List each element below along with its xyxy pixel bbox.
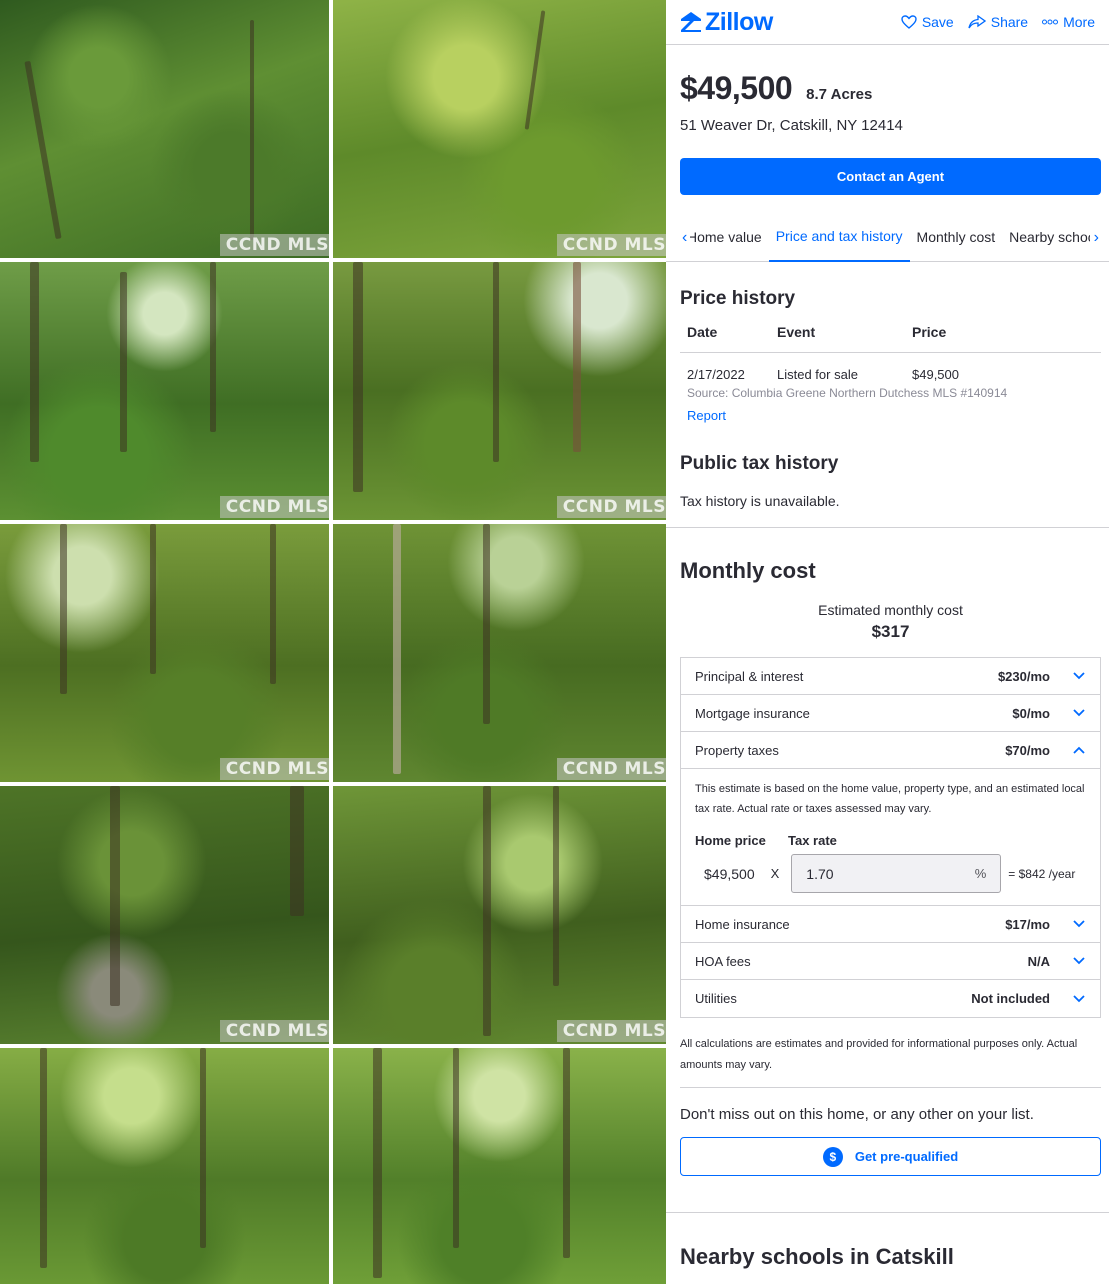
tax-rate-input[interactable]: 1.70 %: [791, 854, 1002, 893]
prequal-label: Get pre-qualified: [854, 1149, 959, 1164]
listing-panel: Zillow Save Share More $49,500 8.7 Acres…: [666, 0, 1109, 1284]
top-bar: Zillow Save Share More: [666, 0, 1109, 45]
chevron-down-icon: [1073, 957, 1085, 965]
row-price: $49,500: [912, 367, 959, 382]
price-history-title: Price history: [680, 288, 796, 309]
mls-watermark: CCND MLS: [219, 496, 329, 518]
mls-watermark: CCND MLS: [556, 234, 666, 256]
tab-nearby-schools[interactable]: Nearby schools: [1002, 213, 1090, 262]
property-photo[interactable]: CCND MLS: [333, 786, 666, 1044]
estimated-cost-label: Estimated monthly cost: [818, 602, 963, 618]
mls-watermark: CCND MLS: [219, 758, 329, 780]
report-link[interactable]: Report: [680, 400, 1101, 423]
property-photo[interactable]: CCND MLS: [0, 786, 329, 1044]
chevron-left-icon[interactable]: ‹: [682, 229, 687, 247]
cost-row-mortgage-insurance[interactable]: Mortgage insurance $0/mo: [681, 695, 1100, 732]
row-date: 2/17/2022: [687, 367, 745, 382]
column-date: Date: [687, 324, 718, 340]
get-prequalified-button[interactable]: $ Get pre-qualified: [680, 1137, 1101, 1176]
mls-watermark: CCND MLS: [556, 1020, 666, 1042]
tax-rate-value: 1.70: [806, 865, 834, 882]
percent-sign: %: [974, 866, 987, 881]
section-divider: [666, 1212, 1109, 1213]
property-photo[interactable]: [0, 1048, 329, 1284]
lot-size: 8.7 Acres: [806, 86, 873, 103]
nearby-schools-title: Nearby schools in Catskill: [680, 1244, 954, 1269]
column-price: Price: [912, 324, 947, 340]
cost-breakdown: Principal & interest $230/mo Mortgage in…: [680, 657, 1101, 1018]
listing-price: $49,500: [680, 70, 793, 106]
logo-text: Zillow: [705, 7, 773, 36]
property-tax-details: This estimate is based on the home value…: [681, 769, 1100, 906]
save-button[interactable]: Save: [901, 14, 954, 30]
mls-watermark: CCND MLS: [556, 496, 666, 518]
save-label: Save: [921, 14, 954, 30]
zillow-logo[interactable]: Zillow: [680, 8, 773, 37]
price-history-table: Date Event Price 2/17/2022 Listed for sa…: [680, 324, 1101, 423]
estimate-disclaimer: All calculations are estimates and provi…: [680, 1038, 1078, 1071]
heart-icon: [901, 15, 917, 29]
cost-row-property-taxes[interactable]: Property taxes $70/mo: [681, 732, 1100, 769]
price-source: Source: Columbia Greene Northern Dutches…: [687, 386, 1008, 400]
share-label: Share: [990, 14, 1029, 30]
photo-gallery: CCND MLS CCND MLS CCND MLS CCND MLS CCND…: [0, 0, 666, 1284]
cost-row-utilities[interactable]: Utilities Not included: [681, 980, 1100, 1017]
property-photo[interactable]: CCND MLS: [0, 0, 329, 258]
tax-calc-labels: Home price Tax rate: [695, 833, 1086, 848]
tax-calculator: $49,500 X 1.70 % = $842 /year: [695, 854, 1086, 893]
section-divider: [666, 527, 1109, 528]
cost-row-hoa-fees[interactable]: HOA fees N/A: [681, 943, 1100, 980]
zillow-logo-icon: [681, 12, 701, 32]
mls-watermark: CCND MLS: [219, 1020, 329, 1042]
contact-agent-button[interactable]: Contact an Agent: [680, 158, 1101, 195]
table-row: 2/17/2022 Listed for sale $49,500: [680, 353, 1101, 382]
table-header: Date Event Price: [680, 324, 1101, 353]
estimated-cost-value: $317: [871, 622, 910, 641]
more-button[interactable]: More: [1042, 14, 1095, 30]
property-photo[interactable]: [333, 1048, 666, 1284]
property-photo[interactable]: CCND MLS: [0, 524, 329, 782]
property-photo[interactable]: CCND MLS: [0, 262, 329, 520]
column-event: Event: [777, 324, 816, 340]
cost-row-principal[interactable]: Principal & interest $230/mo: [681, 658, 1100, 695]
listing-address: 51 Weaver Dr, Catskill, NY 12414: [680, 117, 903, 134]
chevron-down-icon: [1073, 709, 1085, 717]
tax-history-title: Public tax history: [680, 453, 839, 474]
chevron-right-icon[interactable]: ›: [1094, 229, 1099, 247]
section-tabs: ‹ Home value Price and tax history Month…: [666, 213, 1109, 262]
dollar-icon: $: [822, 1146, 843, 1167]
prequal-message: Don't miss out on this home, or any othe…: [680, 1106, 1034, 1123]
chevron-down-icon: [1073, 994, 1085, 1002]
price-row: $49,500 8.7 Acres: [680, 70, 1101, 107]
yearly-tax: = $842 /year: [1008, 866, 1076, 881]
header-actions: Save Share More: [901, 14, 1095, 30]
row-event: Listed for sale: [777, 367, 858, 382]
panel-content: $49,500 8.7 Acres 51 Weaver Dr, Catskill…: [666, 70, 1109, 1270]
mls-watermark: CCND MLS: [556, 758, 666, 780]
chevron-down-icon: [1073, 672, 1085, 680]
property-photo[interactable]: CCND MLS: [333, 0, 666, 258]
tax-rate-label: Tax rate: [788, 833, 837, 848]
chevron-down-icon: [1073, 920, 1085, 928]
share-button[interactable]: Share: [968, 14, 1028, 30]
monthly-cost-title: Monthly cost: [680, 558, 816, 583]
cost-row-home-insurance[interactable]: Home insurance $17/mo: [681, 906, 1100, 943]
more-label: More: [1063, 14, 1095, 30]
more-dots-icon: [1042, 19, 1059, 25]
tab-home-value[interactable]: Home value: [690, 213, 769, 262]
mls-watermark: CCND MLS: [219, 234, 329, 256]
tax-estimate-note: This estimate is based on the home value…: [695, 783, 1085, 815]
home-price-value: $49,500: [704, 865, 755, 882]
tab-monthly-cost[interactable]: Monthly cost: [910, 213, 1003, 262]
property-photo[interactable]: CCND MLS: [333, 524, 666, 782]
property-photo[interactable]: CCND MLS: [333, 262, 666, 520]
home-price-label: Home price: [695, 833, 766, 848]
multiply-sign: X: [770, 866, 780, 881]
chevron-up-icon: [1073, 746, 1085, 754]
share-icon: [968, 15, 986, 29]
tab-price-tax-history[interactable]: Price and tax history: [768, 213, 910, 262]
section-divider: [680, 1087, 1101, 1088]
tax-history-message: Tax history is unavailable.: [680, 493, 840, 509]
